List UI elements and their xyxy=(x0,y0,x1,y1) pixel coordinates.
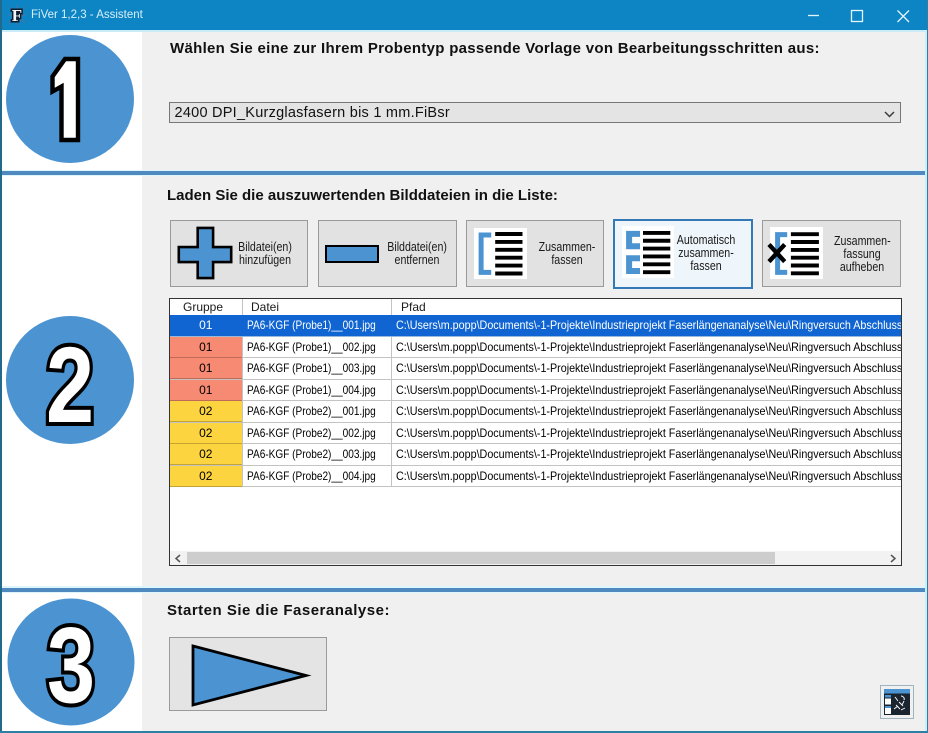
svg-text:3: 3 xyxy=(47,604,95,725)
svg-text:2: 2 xyxy=(46,324,94,445)
